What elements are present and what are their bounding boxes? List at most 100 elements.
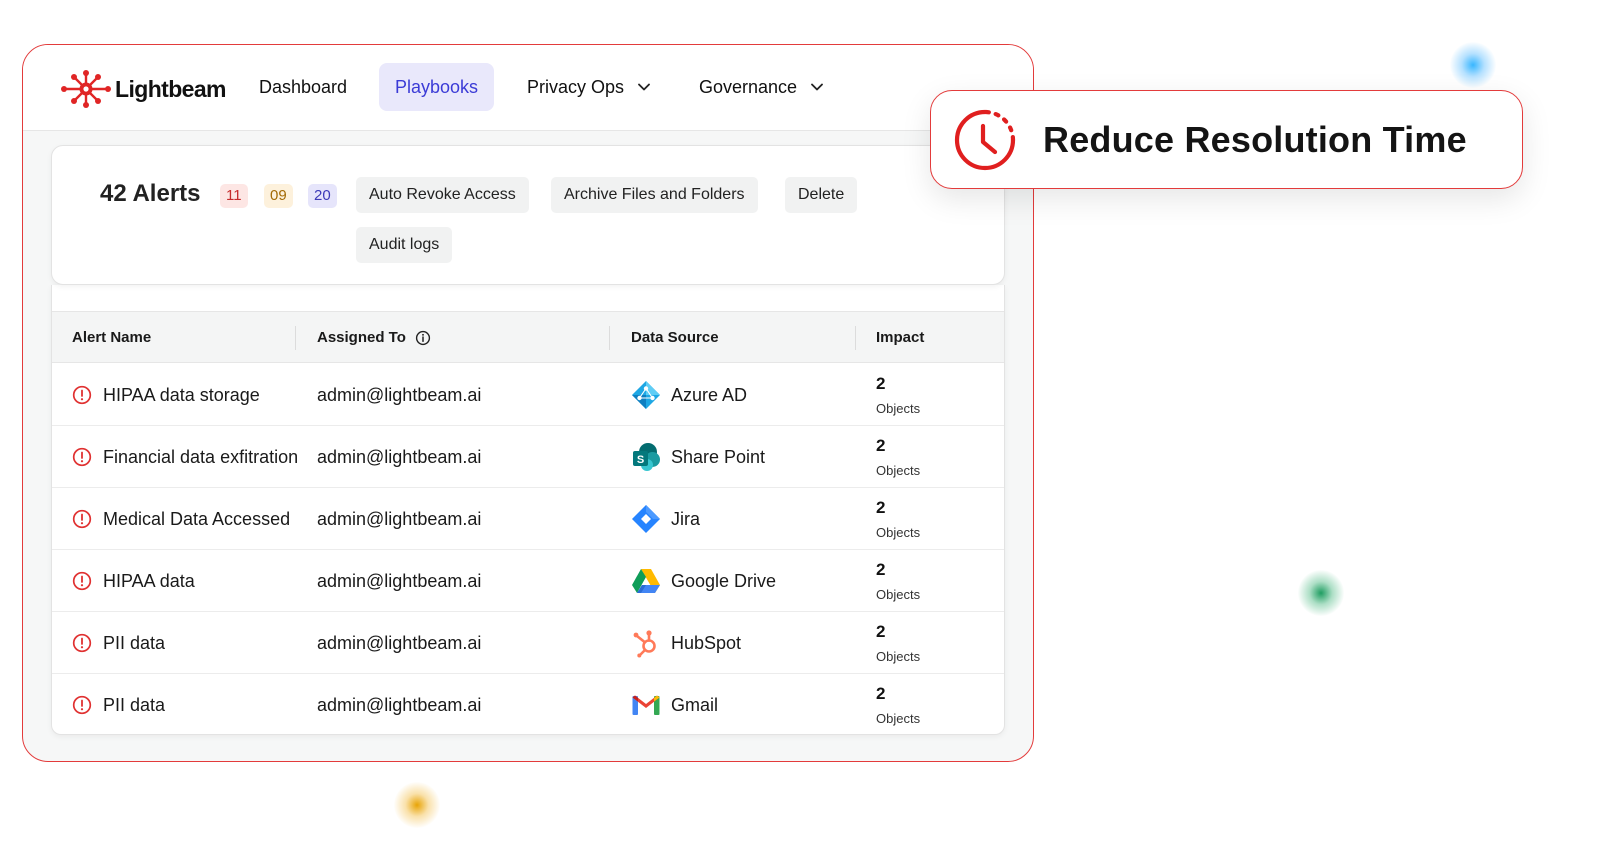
impact-count: 2: [876, 684, 886, 703]
jira-icon: [632, 505, 660, 533]
severity-badge-low[interactable]: 20: [308, 184, 337, 208]
assigned-to-cell: admin@lightbeam.ai: [317, 632, 482, 653]
severity-badge-high[interactable]: 11: [220, 184, 248, 208]
nav-dashboard-label: Dashboard: [259, 76, 348, 97]
data-source-name: Google Drive: [671, 570, 777, 591]
column-header-assigned-to-label: Assigned To: [317, 329, 406, 346]
app-window: Lightbeam Dashboard Playbooks Privacy Op…: [22, 44, 1034, 762]
alert-name-cell: Financial data exfitration: [72, 426, 298, 488]
alert-name[interactable]: PII data: [103, 633, 165, 654]
auto-revoke-access-button[interactable]: Auto Revoke Access: [356, 177, 529, 213]
table-row[interactable]: HIPAA data storage admin@lightbeam.ai Az…: [52, 364, 1004, 426]
table-row[interactable]: Financial data exfitration admin@lightbe…: [52, 426, 1004, 488]
hubspot-icon: [633, 630, 656, 658]
column-header-data-source[interactable]: Data Source: [631, 312, 719, 364]
impact-count: 2: [876, 498, 886, 517]
impact-unit: Objects: [876, 525, 921, 540]
alert-name-cell: PII data: [72, 674, 165, 736]
alert-name[interactable]: PII data: [103, 695, 165, 716]
nav-governance[interactable]: Governance: [699, 63, 823, 111]
assigned-to-cell: admin@lightbeam.ai: [317, 384, 482, 405]
nav-governance-label: Governance: [699, 76, 798, 97]
impact-cell: 2 Objects: [876, 674, 1004, 736]
column-header-alert-name[interactable]: Alert Name: [72, 312, 151, 364]
assigned-to-cell: admin@lightbeam.ai: [317, 446, 482, 467]
alerts-count-title: 42 Alerts: [100, 180, 201, 207]
alert-name[interactable]: HIPAA data: [103, 571, 195, 592]
column-header-assigned-to[interactable]: Assigned To: [317, 312, 431, 364]
lightbeam-logo-icon: [61, 70, 111, 108]
google-drive-icon: [632, 569, 660, 593]
decorative-glow-blue: [1450, 42, 1496, 88]
impact-count: 2: [876, 622, 886, 641]
alert-name-cell: HIPAA data: [72, 550, 195, 612]
brand-logo[interactable]: Lightbeam: [59, 69, 226, 109]
impact-cell: 2 Objects: [876, 488, 1004, 550]
data-source-cell: Gmail: [631, 674, 718, 736]
data-source-cell: Azure AD: [631, 364, 747, 426]
alert-circle-icon: [72, 571, 92, 591]
decorative-glow-amber: [394, 782, 440, 828]
clock-icon: [954, 109, 1016, 170]
gmail-icon: [632, 695, 660, 715]
alerts-summary-card: 42 Alerts 11 09 20 Auto Revoke Access Ar…: [51, 145, 1005, 285]
nav-privacy-ops[interactable]: Privacy Ops: [527, 63, 650, 111]
alert-circle-icon: [72, 695, 92, 715]
data-source-cell: HubSpot: [631, 612, 741, 674]
impact-unit: Objects: [876, 649, 921, 664]
alert-circle-icon: [72, 385, 92, 405]
column-divider[interactable]: [295, 326, 296, 350]
nav-playbooks[interactable]: Playbooks: [379, 63, 495, 111]
alert-circle-icon: [72, 633, 92, 653]
alert-name[interactable]: HIPAA data storage: [103, 385, 260, 406]
table-row[interactable]: Medical Data Accessed admin@lightbeam.ai…: [52, 488, 1004, 550]
table-row[interactable]: PII data admin@lightbeam.ai HubSpot 2 Ob…: [52, 612, 1004, 674]
data-source-cell: S Share Point: [631, 426, 765, 488]
table-row[interactable]: PII data admin@lightbeam.ai Gmail 2 Obje…: [52, 674, 1004, 736]
brand-name: Lightbeam: [115, 75, 226, 102]
alerts-table: Alert Name Assigned To Data Source Impac…: [51, 285, 1005, 735]
assigned-to-cell: admin@lightbeam.ai: [317, 694, 482, 715]
column-divider[interactable]: [855, 326, 856, 350]
data-source-cell: Google Drive: [631, 550, 776, 612]
nav-dashboard[interactable]: Dashboard: [259, 63, 347, 111]
impact-cell: 2 Objects: [876, 426, 1004, 488]
impact-count: 2: [876, 436, 886, 455]
data-source-name: Gmail: [671, 694, 719, 715]
archive-files-button[interactable]: Archive Files and Folders: [551, 177, 758, 213]
data-source-name: Share Point: [671, 446, 766, 467]
impact-unit: Objects: [876, 463, 921, 478]
assigned-to-cell: admin@lightbeam.ai: [317, 508, 482, 529]
delete-button[interactable]: Delete: [785, 177, 858, 213]
column-divider[interactable]: [609, 326, 610, 350]
data-source-name: Jira: [671, 508, 701, 529]
impact-cell: 2 Objects: [876, 550, 1004, 612]
data-source-name: HubSpot: [671, 632, 742, 653]
impact-unit: Objects: [876, 587, 921, 602]
column-header-impact[interactable]: Impact: [876, 312, 924, 364]
alert-circle-icon: [72, 447, 92, 467]
info-icon[interactable]: [415, 330, 431, 346]
severity-badge-medium[interactable]: 09: [264, 184, 293, 208]
callout-text: Reduce Resolution Time: [1043, 118, 1467, 160]
impact-cell: 2 Objects: [876, 364, 1004, 426]
feature-callout: Reduce Resolution Time: [930, 90, 1523, 189]
impact-cell: 2 Objects: [876, 612, 1004, 674]
azure-ad-icon: [632, 381, 660, 409]
alert-circle-icon: [72, 509, 92, 529]
alert-name[interactable]: Financial data exfitration: [103, 447, 298, 468]
nav-privacy-ops-label: Privacy Ops: [527, 76, 625, 97]
alert-name-cell: HIPAA data storage: [72, 364, 260, 426]
data-source-name: Azure AD: [671, 384, 748, 405]
impact-count: 2: [876, 560, 886, 579]
top-navbar: Lightbeam Dashboard Playbooks Privacy Op…: [23, 45, 1033, 131]
impact-count: 2: [876, 374, 886, 393]
assigned-to-cell: admin@lightbeam.ai: [317, 570, 482, 591]
table-row[interactable]: HIPAA data admin@lightbeam.ai Google Dri…: [52, 550, 1004, 612]
nav-playbooks-label: Playbooks: [395, 76, 479, 97]
alert-name[interactable]: Medical Data Accessed: [103, 509, 290, 530]
chevron-down-icon: [811, 83, 823, 91]
decorative-glow-green: [1298, 570, 1344, 616]
audit-logs-button[interactable]: Audit logs: [356, 227, 453, 263]
impact-unit: Objects: [876, 401, 921, 416]
